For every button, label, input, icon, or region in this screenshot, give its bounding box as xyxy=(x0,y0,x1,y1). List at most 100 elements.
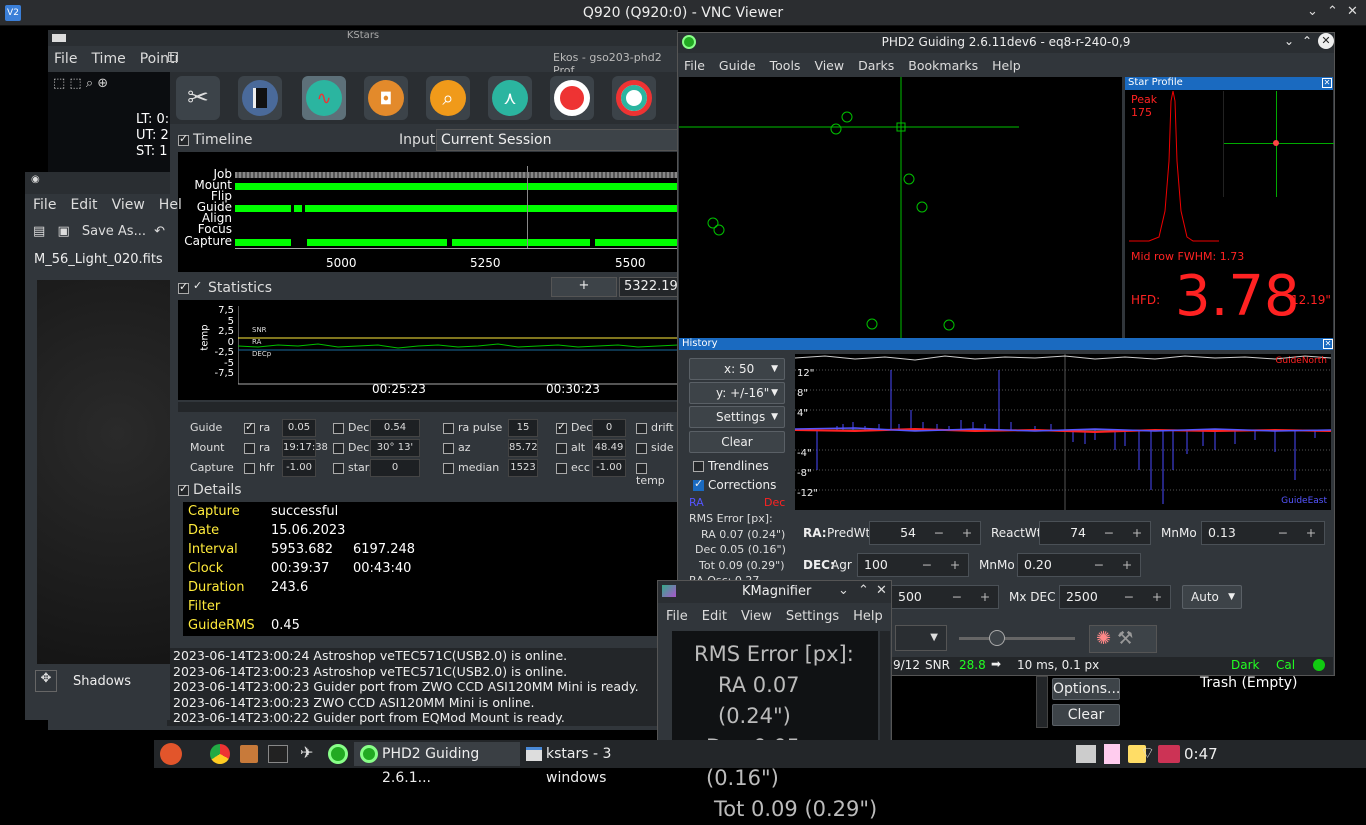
network-icon[interactable] xyxy=(1158,745,1180,763)
stat-checkbox[interactable] xyxy=(333,442,344,454)
kmag-menu-edit[interactable]: Edit xyxy=(702,609,727,624)
kmag-menu-view[interactable]: View xyxy=(741,609,772,624)
agr-spinbox[interactable]: 100 − + xyxy=(857,553,969,577)
guide-target-icon[interactable] xyxy=(612,76,656,120)
kmag-minimize-icon[interactable]: ⌄ xyxy=(838,583,849,598)
stat-toggle-hfr[interactable]: hfr xyxy=(244,461,274,474)
predwt-spinbox[interactable]: 54− + xyxy=(869,521,981,545)
stat-checkbox[interactable] xyxy=(244,420,255,434)
fits-menu-edit[interactable]: Edit xyxy=(70,197,97,213)
save-icon[interactable]: ▣ xyxy=(57,224,69,239)
plus-icon[interactable]: + xyxy=(1144,586,1170,608)
statistics-checkbox[interactable] xyxy=(178,280,189,294)
timeline-input-select[interactable]: Current Session xyxy=(436,129,678,151)
phd2-maximize-icon[interactable]: ⌃ xyxy=(1302,34,1312,48)
align-target-icon[interactable] xyxy=(550,76,594,120)
kmag-menu-settings[interactable]: Settings xyxy=(786,609,839,624)
kmag-maximize-icon[interactable]: ⌃ xyxy=(858,583,869,598)
phd2-minimize-icon[interactable]: ⌄ xyxy=(1284,34,1294,48)
stat-toggle-dec[interactable]: Dec xyxy=(333,421,369,434)
log-scrollbar[interactable] xyxy=(1036,676,1048,728)
kmag-menu-help[interactable]: Help xyxy=(853,609,883,624)
fits-tab[interactable]: M_56_Light_020.fits xyxy=(34,252,163,267)
stat-checkbox[interactable] xyxy=(443,462,454,474)
phd2-menu-view[interactable]: View xyxy=(814,58,844,73)
save-as-button[interactable]: Save As... xyxy=(82,224,146,239)
details-checkbox[interactable] xyxy=(178,482,189,496)
taskbar-kstars[interactable]: kstars - 3 windows xyxy=(522,742,658,786)
statistics-plus-button[interactable]: + xyxy=(551,277,617,297)
open-file-icon[interactable]: ▤ xyxy=(33,224,45,239)
chrome-icon[interactable] xyxy=(210,744,230,764)
statistics-time-field[interactable]: 5322.19s xyxy=(619,277,685,297)
stat-toggle-temp[interactable]: temp xyxy=(636,461,678,487)
clear-button[interactable]: Clear xyxy=(1052,704,1120,726)
phd2-menu-bookmarks[interactable]: Bookmarks xyxy=(908,58,978,73)
history-close-icon[interactable]: ✕ xyxy=(1323,339,1333,349)
phd2-menu-help[interactable]: Help xyxy=(992,58,1021,73)
trendlines-checkbox[interactable] xyxy=(693,461,704,472)
stat-checkbox[interactable] xyxy=(244,462,255,474)
stat-toggle-alt[interactable]: alt xyxy=(556,441,585,454)
notes-icon[interactable] xyxy=(1076,745,1096,763)
minimize-icon[interactable]: ⌄ xyxy=(1307,4,1318,19)
reactwt-spinbox[interactable]: 74− + xyxy=(1039,521,1151,545)
plus-icon[interactable]: + xyxy=(1114,554,1140,576)
phd2-menu-file[interactable]: File xyxy=(684,58,705,73)
guide-camera-view[interactable] xyxy=(679,77,1122,365)
stat-checkbox[interactable] xyxy=(244,442,255,454)
setup-tools-icon[interactable]: ✂ xyxy=(176,76,220,120)
close-icon[interactable]: ✕ xyxy=(1347,4,1358,19)
stat-checkbox[interactable] xyxy=(636,422,647,434)
stat-checkbox[interactable] xyxy=(443,422,454,434)
stat-toggle-ra-pulse[interactable]: ra pulse xyxy=(443,421,502,434)
capture-camera-icon[interactable]: ◘ xyxy=(364,76,408,120)
start-menu-icon[interactable] xyxy=(160,743,182,765)
stat-toggle-ecc[interactable]: ecc xyxy=(556,461,590,474)
move-icon[interactable]: ✥ xyxy=(35,670,57,692)
kmag-menu-file[interactable]: File xyxy=(666,609,688,624)
sky-map[interactable]: ⬚ ⬚ ⌕ ⊕ LT: 0: UT: 2 ST: 1 xyxy=(48,72,170,172)
plus-icon[interactable]: + xyxy=(972,586,998,608)
stat-checkbox[interactable] xyxy=(636,462,647,474)
statistics-scrollbar[interactable] xyxy=(178,402,678,412)
stat-toggle-dec[interactable]: Dec xyxy=(333,441,369,454)
star-profile-close-icon[interactable]: ✕ xyxy=(1322,78,1332,88)
kstars-telescope-icon[interactable]: ✈ xyxy=(300,743,313,762)
analyze-icon[interactable]: ∿ xyxy=(302,76,346,120)
minus-icon[interactable]: − xyxy=(1116,586,1142,608)
history-graph[interactable]: 12" 8" 4" -4" -8" -12" GuideNorth GuideEast xyxy=(794,354,1332,510)
terminal-icon[interactable] xyxy=(268,745,288,763)
minus-icon[interactable]: − xyxy=(914,554,940,576)
phd2-menu-guide[interactable]: Guide xyxy=(719,58,756,73)
minus-icon[interactable]: − xyxy=(1086,554,1112,576)
taskbar-phd2[interactable]: PHD2 Guiding 2.6.1... xyxy=(354,742,520,786)
mnmo-ra-spinbox[interactable]: 0.13 − + xyxy=(1201,521,1325,545)
options-button[interactable]: Options... xyxy=(1052,678,1120,700)
stat-checkbox[interactable] xyxy=(333,422,344,434)
stat-toggle-ra[interactable]: ra xyxy=(244,441,270,454)
stat-checkbox[interactable] xyxy=(443,442,454,454)
trash-label[interactable]: Trash (Empty) xyxy=(1200,675,1298,691)
mxdec-spinbox[interactable]: 2500 − + xyxy=(1059,585,1171,609)
corrections-toggle[interactable]: Corrections xyxy=(693,477,776,492)
wifi-icon[interactable]: ⌔ xyxy=(1140,743,1155,763)
plus-icon[interactable]: + xyxy=(1124,522,1150,544)
timeline-checkbox[interactable] xyxy=(178,132,189,146)
fits-menu-file[interactable]: File xyxy=(33,197,56,213)
stat-toggle-az[interactable]: az xyxy=(443,441,471,454)
stat-toggle-stars[interactable]: stars xyxy=(333,461,375,474)
scheduler-icon[interactable] xyxy=(238,76,282,120)
menu-time[interactable]: Time xyxy=(91,51,125,67)
gamma-slider[interactable] xyxy=(955,628,1079,648)
stat-checkbox[interactable] xyxy=(556,420,567,434)
history-settings-button[interactable]: Settings ▼ xyxy=(689,406,785,428)
phd2-close-icon[interactable]: ✕ xyxy=(1318,33,1334,49)
stat-checkbox[interactable] xyxy=(556,462,567,474)
auto-select[interactable]: Auto ▼ xyxy=(1182,585,1242,609)
stat-checkbox[interactable] xyxy=(333,462,344,474)
slider-handle[interactable] xyxy=(989,630,1005,646)
brain-settings-button[interactable]: ✺ ⚒ xyxy=(1089,625,1157,653)
minus-icon[interactable]: − xyxy=(1270,522,1296,544)
stat-toggle-dec[interactable]: Dec xyxy=(556,420,592,434)
